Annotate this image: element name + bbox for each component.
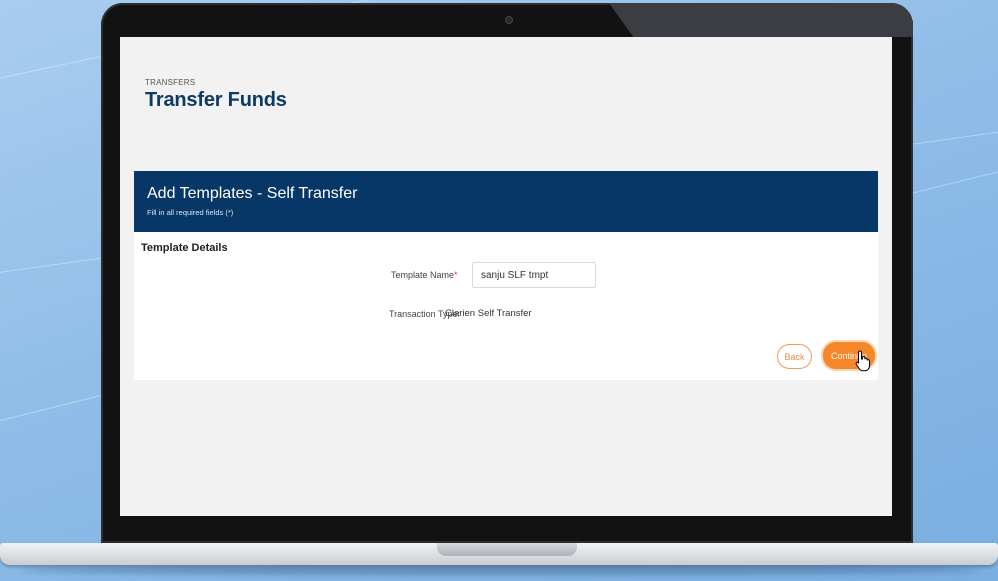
- section-title: Template Details: [141, 242, 228, 254]
- template-name-label-text: Template Name: [391, 270, 455, 280]
- laptop-shadow: [20, 565, 978, 575]
- panel-subtitle: Fill in all required fields (*): [147, 208, 234, 217]
- app-screen: TRANSFERS Transfer Funds Add Templates -…: [120, 37, 892, 516]
- panel-header: Add Templates - Self Transfer Fill in al…: [134, 171, 878, 232]
- laptop-notch: [437, 543, 577, 556]
- back-button[interactable]: Back: [777, 344, 812, 369]
- required-marker: *: [454, 270, 458, 280]
- panel-title: Add Templates - Self Transfer: [147, 185, 358, 202]
- transaction-type-value: Clarien Self Transfer: [445, 308, 532, 319]
- laptop-lid-glare: [609, 3, 913, 37]
- breadcrumb: TRANSFERS: [145, 78, 196, 87]
- template-name-label: Template Name*: [391, 270, 458, 280]
- page-title: Transfer Funds: [145, 89, 287, 111]
- webcam-icon: [506, 17, 512, 23]
- template-name-input[interactable]: [472, 262, 596, 288]
- hand-cursor-icon: [855, 350, 870, 372]
- template-details-form: Template Details Template Name* Transact…: [134, 232, 878, 380]
